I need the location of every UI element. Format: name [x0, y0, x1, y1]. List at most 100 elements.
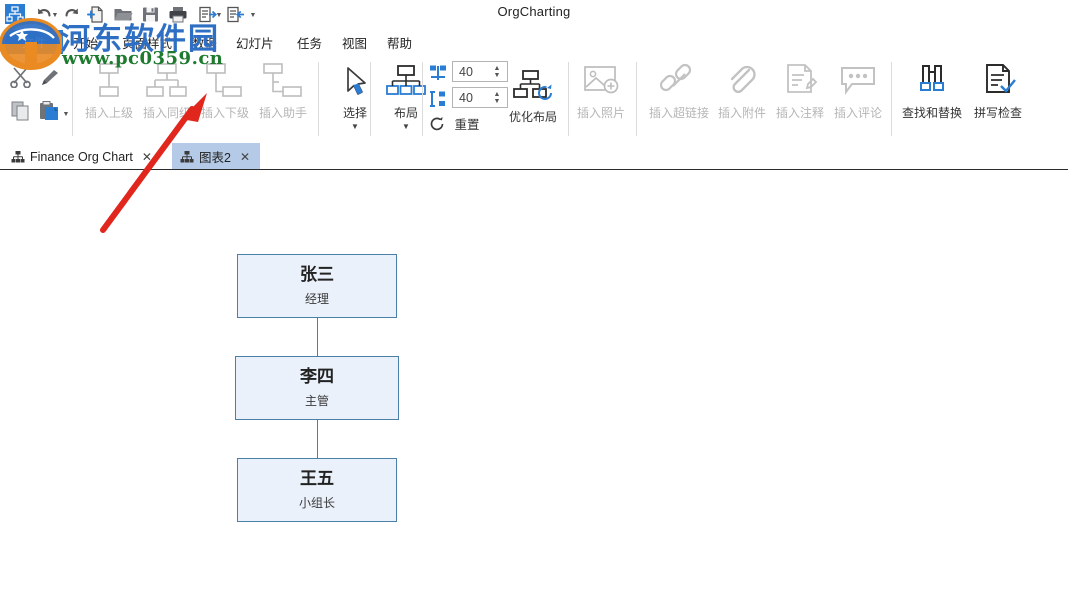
scissors-icon [10, 66, 34, 88]
ribbon-separator [318, 62, 319, 136]
tab-bar-underline [0, 169, 1068, 170]
insert-comment-button[interactable]: 插入评论 [829, 60, 887, 121]
org-node-title: 主管 [305, 395, 329, 408]
menu-item-page-style[interactable]: 页面样式 [122, 28, 172, 56]
document-tab-chart2[interactable]: 图表2 ✕ [172, 143, 260, 170]
org-node-name: 张三 [300, 266, 334, 285]
menu-item-view[interactable]: 视图 [342, 28, 367, 56]
document-tab-bar: Finance Org Chart ✕ 图表2 ✕ [0, 143, 1068, 170]
binoculars-icon [912, 60, 952, 100]
cut-button[interactable] [10, 66, 34, 93]
paste-icon [38, 100, 60, 122]
document-tab-close-icon[interactable]: ✕ [240, 151, 250, 163]
menu-item-task[interactable]: 任务 [297, 28, 322, 56]
org-node-title: 经理 [305, 293, 329, 306]
menu-bar: 文件 开始 页面样式 数据 幻灯片 任务 视图 帮助 [0, 28, 1068, 56]
insert-peer-icon [145, 60, 189, 100]
app-title: OrgCharting [0, 4, 1068, 19]
ribbon-separator [72, 62, 73, 136]
insert-comment-label: 插入评论 [834, 104, 882, 121]
insert-assistant-label: 插入助手 [259, 104, 307, 121]
menu-item-data[interactable]: 数据 [192, 28, 217, 56]
orgcharting-window: ▼ [0, 0, 1068, 597]
spell-check-icon [979, 60, 1017, 100]
select-button[interactable]: 选择 ▼ [326, 60, 384, 131]
find-replace-label: 查找和替换 [902, 104, 962, 121]
org-node-supervisor[interactable]: 李四 主管 [235, 356, 399, 420]
chain-link-icon [659, 60, 699, 100]
insert-note-label: 插入注释 [776, 104, 824, 121]
org-node-title: 小组长 [299, 497, 335, 510]
org-node-manager[interactable]: 张三 经理 [237, 254, 397, 318]
insert-assistant-button[interactable]: 插入助手 [254, 60, 312, 121]
org-node-name: 李四 [300, 368, 334, 387]
insert-attachment-label: 插入附件 [718, 104, 766, 121]
select-dropdown-caret-icon[interactable]: ▼ [351, 123, 359, 131]
ribbon-toolbar: ▼ 插入上级 插入同级 [0, 56, 1068, 143]
brush-icon [38, 68, 60, 88]
insert-hyperlink-label: 插入超链接 [649, 104, 709, 121]
horizontal-spacing-value: 40 [453, 65, 490, 79]
copy-icon [10, 100, 32, 122]
insert-photo-icon [580, 60, 622, 100]
layout-label: 布局 [394, 104, 418, 121]
layout-dropdown-caret-icon[interactable]: ▼ [402, 123, 410, 131]
vertical-spacing-value: 40 [453, 91, 490, 105]
comment-bubble-icon [838, 60, 878, 100]
document-tab-close-icon[interactable]: ✕ [142, 151, 152, 163]
insert-attachment-button[interactable]: 插入附件 [713, 60, 771, 121]
insert-peer-label: 插入同级 [143, 104, 191, 121]
cursor-arrow-icon [338, 60, 372, 100]
find-replace-button[interactable]: 查找和替换 [897, 60, 967, 121]
optimize-layout-label: 优化布局 [509, 108, 557, 125]
paperclip-icon [724, 60, 760, 100]
menu-item-home[interactable]: 开始 [73, 28, 98, 56]
insert-hyperlink-button[interactable]: 插入超链接 [646, 60, 712, 121]
vertical-spacing-icon [429, 90, 447, 113]
org-chart-tab-icon [11, 149, 25, 164]
optimize-layout-button[interactable]: 优化布局 [500, 64, 566, 125]
layout-button[interactable]: 布局 ▼ [377, 60, 435, 131]
connector-line [317, 318, 318, 356]
horizontal-spacing-icon [429, 64, 447, 87]
menu-item-file[interactable]: 文件 [5, 30, 63, 54]
insert-subordinate-label: 插入下级 [201, 104, 249, 121]
insert-superior-label: 插入上级 [85, 104, 133, 121]
insert-superior-button[interactable]: 插入上级 [80, 60, 138, 121]
menu-item-slideshow[interactable]: 幻灯片 [236, 28, 274, 56]
reset-refresh-icon [429, 116, 445, 132]
org-chart-tab-icon [179, 149, 194, 164]
insert-superior-icon [87, 60, 131, 100]
select-label: 选择 [343, 104, 367, 121]
ribbon-separator [636, 62, 637, 136]
chart-canvas[interactable]: 张三 经理 李四 主管 王五 小组长 [0, 170, 1068, 597]
insert-photo-button[interactable]: 插入照片 [571, 60, 631, 121]
insert-peer-button[interactable]: 插入同级 [138, 60, 196, 121]
insert-photo-label: 插入照片 [577, 104, 625, 121]
document-tab-label: Finance Org Chart [30, 150, 133, 164]
reset-button[interactable]: 重置 [429, 114, 479, 134]
spell-check-button[interactable]: 拼写检查 [967, 60, 1029, 121]
insert-subordinate-icon [203, 60, 247, 100]
ribbon-separator [568, 62, 569, 136]
insert-assistant-icon [261, 60, 305, 100]
insert-subordinate-button[interactable]: 插入下级 [196, 60, 254, 121]
ribbon-separator [891, 62, 892, 136]
org-node-team-leader[interactable]: 王五 小组长 [237, 458, 397, 522]
layout-icon [385, 60, 427, 100]
menu-item-help[interactable]: 帮助 [387, 28, 412, 56]
ribbon-separator [370, 62, 371, 136]
quick-access-toolbar: ▼ [0, 0, 1068, 28]
paste-dropdown-caret-icon[interactable]: ▼ [62, 110, 70, 118]
paste-button[interactable] [38, 100, 60, 127]
spell-check-label: 拼写检查 [974, 104, 1022, 121]
format-painter-button[interactable] [38, 68, 60, 93]
optimize-layout-icon [511, 64, 555, 104]
insert-note-button[interactable]: 插入注释 [771, 60, 829, 121]
document-tab-finance-org-chart[interactable]: Finance Org Chart ✕ [4, 143, 156, 170]
copy-button[interactable] [10, 100, 32, 127]
org-node-name: 王五 [300, 470, 334, 489]
document-tab-label: 图表2 [199, 147, 231, 166]
note-edit-icon [781, 60, 819, 100]
reset-label: 重置 [454, 118, 479, 132]
